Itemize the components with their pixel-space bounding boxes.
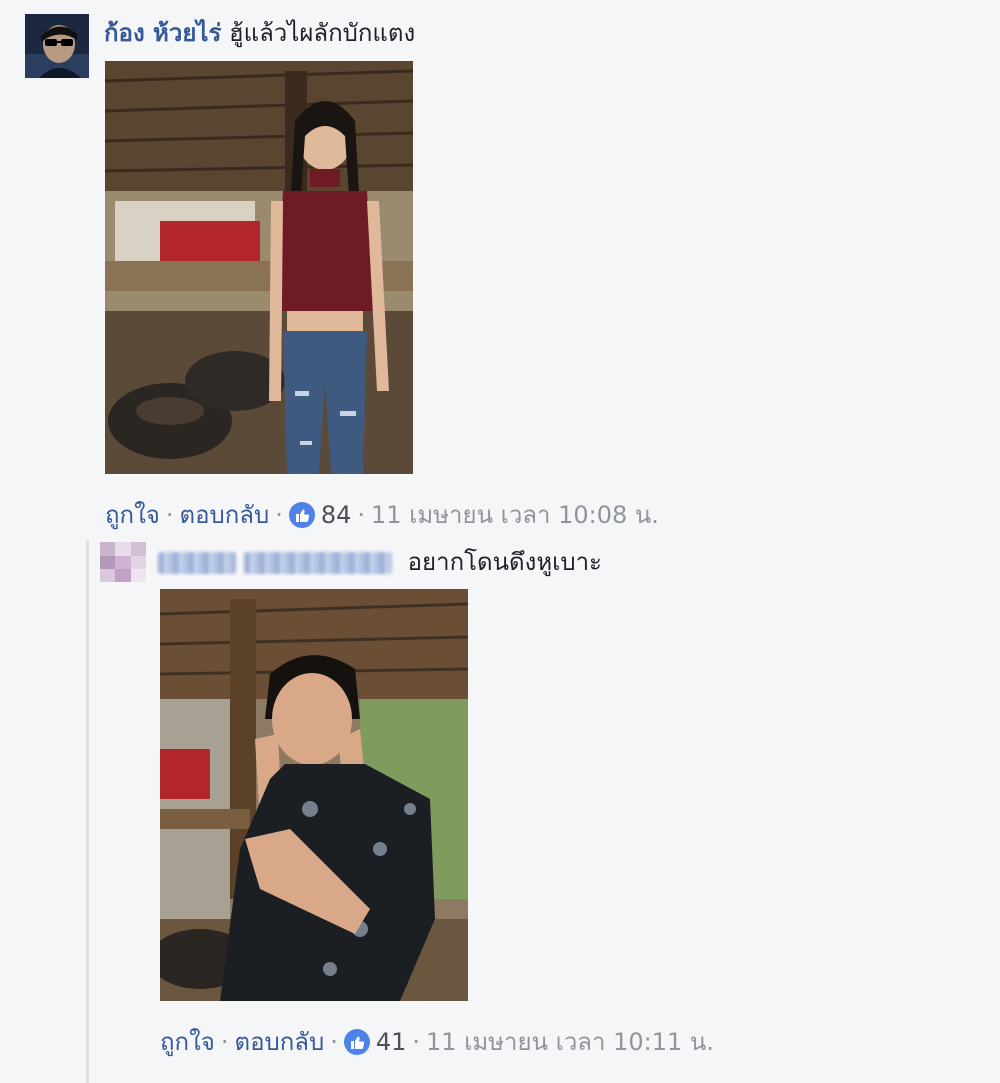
comment-actions: ถูกใจ · ตอบกลับ · 84 · 11 เมษายน เวลา 10… — [105, 498, 659, 532]
thumbs-up-icon — [343, 1029, 370, 1055]
separator: · — [412, 1028, 421, 1056]
timestamp[interactable]: 11 เมษายน เวลา 10:08 น. — [371, 498, 659, 532]
reply-link[interactable]: ตอบกลับ — [234, 1025, 324, 1059]
comment-text: ฮู้แล้วไผลักบักแตง — [228, 19, 416, 47]
separator: · — [220, 1028, 229, 1056]
reply-thread-line — [86, 540, 89, 1083]
comment-text: อยากโดนดึงหูเบาะ — [407, 548, 602, 576]
comment-header: อยากโดนดึงหูเบาะ — [158, 545, 602, 579]
photo-image — [160, 589, 468, 1001]
reaction-count[interactable]: 41 — [343, 1025, 407, 1059]
comment-actions: ถูกใจ · ตอบกลับ · 41 · 11 เมษายน เวลา 10… — [160, 1025, 714, 1059]
author-name[interactable]: ก้อง ห้วยไร่ — [104, 19, 221, 47]
comment-photo[interactable] — [105, 61, 413, 474]
reply-link[interactable]: ตอบกลับ — [179, 498, 269, 532]
like-link[interactable]: ถูกใจ — [105, 498, 160, 532]
comment-header: ก้อง ห้วยไร่ ฮู้แล้วไผลักบักแตง — [104, 16, 415, 50]
avatar[interactable] — [25, 14, 89, 78]
reaction-count[interactable]: 84 — [288, 498, 352, 532]
timestamp[interactable]: 11 เมษายน เวลา 10:11 น. — [426, 1025, 714, 1059]
like-count: 84 — [320, 501, 352, 529]
blurred-profile-photo — [100, 542, 146, 582]
separator: · — [165, 501, 174, 529]
blurred-author-name[interactable] — [158, 552, 236, 574]
thumbs-up-icon — [288, 502, 315, 528]
like-count: 41 — [375, 1028, 407, 1056]
blurred-author-name[interactable] — [244, 552, 392, 574]
profile-photo — [25, 14, 89, 78]
comment-photo[interactable] — [160, 589, 468, 1001]
avatar[interactable] — [100, 542, 146, 582]
photo-image — [105, 61, 413, 474]
like-link[interactable]: ถูกใจ — [160, 1025, 215, 1059]
separator: · — [357, 501, 366, 529]
separator: · — [275, 501, 283, 529]
separator: · — [330, 1028, 338, 1056]
